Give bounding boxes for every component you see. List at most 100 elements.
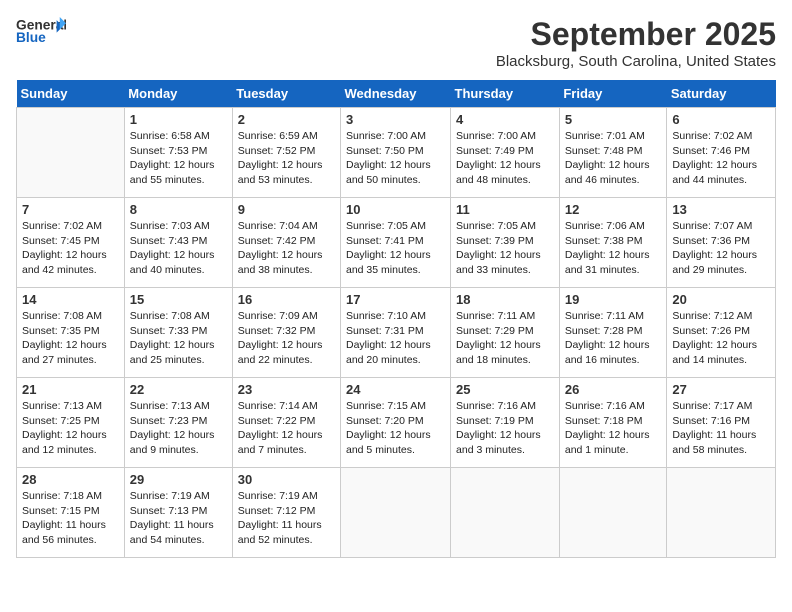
day-number: 3 bbox=[346, 112, 445, 127]
calendar-cell bbox=[559, 468, 667, 558]
day-info: Sunrise: 7:17 AM Sunset: 7:16 PM Dayligh… bbox=[672, 399, 770, 458]
day-info: Sunrise: 7:00 AM Sunset: 7:49 PM Dayligh… bbox=[456, 129, 554, 188]
day-info: Sunrise: 7:04 AM Sunset: 7:42 PM Dayligh… bbox=[238, 219, 335, 278]
day-number: 1 bbox=[130, 112, 227, 127]
day-number: 14 bbox=[22, 292, 119, 307]
day-info: Sunrise: 7:03 AM Sunset: 7:43 PM Dayligh… bbox=[130, 219, 227, 278]
weekday-friday: Friday bbox=[559, 80, 667, 108]
week-row-3: 14 Sunrise: 7:08 AM Sunset: 7:35 PM Dayli… bbox=[17, 288, 776, 378]
day-info: Sunrise: 7:12 AM Sunset: 7:26 PM Dayligh… bbox=[672, 309, 770, 368]
week-row-4: 21Sunrise: 7:13 AM Sunset: 7:25 PM Dayli… bbox=[17, 378, 776, 468]
calendar-cell bbox=[17, 108, 125, 198]
calendar-cell: 26 Sunrise: 7:16 AM Sunset: 7:18 PM Dayli… bbox=[559, 378, 667, 468]
day-info: Sunrise: 7:19 AM Sunset: 7:12 PM Dayligh… bbox=[238, 489, 335, 548]
calendar-cell: 28Sunrise: 7:18 AM Sunset: 7:15 PM Dayli… bbox=[17, 468, 125, 558]
title-section: September 2025 Blacksburg, South Carolin… bbox=[496, 16, 776, 70]
day-number: 11 bbox=[456, 202, 554, 217]
day-info: Sunrise: 7:07 AM Sunset: 7:36 PM Dayligh… bbox=[672, 219, 770, 278]
calendar-cell: 27 Sunrise: 7:17 AM Sunset: 7:16 PM Dayli… bbox=[667, 378, 776, 468]
calendar-cell: 11 Sunrise: 7:05 AM Sunset: 7:39 PM Dayli… bbox=[451, 198, 560, 288]
month-title: September 2025 bbox=[496, 16, 776, 53]
calendar-cell: 8 Sunrise: 7:03 AM Sunset: 7:43 PM Daylig… bbox=[124, 198, 232, 288]
weekday-header: SundayMondayTuesdayWednesdayThursdayFrid… bbox=[17, 80, 776, 108]
day-info: Sunrise: 7:13 AM Sunset: 7:25 PM Dayligh… bbox=[22, 399, 119, 458]
day-info: Sunrise: 7:02 AM Sunset: 7:46 PM Dayligh… bbox=[672, 129, 770, 188]
location: Blacksburg, South Carolina, United State… bbox=[496, 53, 776, 70]
day-info: Sunrise: 7:05 AM Sunset: 7:39 PM Dayligh… bbox=[456, 219, 554, 278]
day-info: Sunrise: 6:59 AM Sunset: 7:52 PM Dayligh… bbox=[238, 129, 335, 188]
day-number: 7 bbox=[22, 202, 119, 217]
day-info: Sunrise: 7:10 AM Sunset: 7:31 PM Dayligh… bbox=[346, 309, 445, 368]
calendar-cell: 10 Sunrise: 7:05 AM Sunset: 7:41 PM Dayli… bbox=[341, 198, 451, 288]
day-info: Sunrise: 7:16 AM Sunset: 7:18 PM Dayligh… bbox=[565, 399, 662, 458]
day-info: Sunrise: 7:15 AM Sunset: 7:20 PM Dayligh… bbox=[346, 399, 445, 458]
weekday-wednesday: Wednesday bbox=[341, 80, 451, 108]
day-number: 8 bbox=[130, 202, 227, 217]
day-number: 2 bbox=[238, 112, 335, 127]
page-header: General Blue September 2025 Blacksburg, … bbox=[16, 16, 776, 70]
calendar-cell: 1Sunrise: 6:58 AM Sunset: 7:53 PM Daylig… bbox=[124, 108, 232, 198]
day-number: 15 bbox=[130, 292, 227, 307]
day-info: Sunrise: 7:11 AM Sunset: 7:28 PM Dayligh… bbox=[565, 309, 662, 368]
calendar-cell: 17 Sunrise: 7:10 AM Sunset: 7:31 PM Dayli… bbox=[341, 288, 451, 378]
day-info: Sunrise: 7:01 AM Sunset: 7:48 PM Dayligh… bbox=[565, 129, 662, 188]
day-number: 9 bbox=[238, 202, 335, 217]
calendar-cell: 29 Sunrise: 7:19 AM Sunset: 7:13 PM Dayli… bbox=[124, 468, 232, 558]
day-number: 17 bbox=[346, 292, 445, 307]
day-number: 6 bbox=[672, 112, 770, 127]
calendar-cell: 16Sunrise: 7:09 AM Sunset: 7:32 PM Dayli… bbox=[232, 288, 340, 378]
svg-text:Blue: Blue bbox=[16, 30, 46, 45]
day-number: 27 bbox=[672, 382, 770, 397]
day-info: Sunrise: 7:18 AM Sunset: 7:15 PM Dayligh… bbox=[22, 489, 119, 548]
calendar-body: 1Sunrise: 6:58 AM Sunset: 7:53 PM Daylig… bbox=[17, 108, 776, 558]
calendar-cell bbox=[451, 468, 560, 558]
calendar-cell: 13 Sunrise: 7:07 AM Sunset: 7:36 PM Dayli… bbox=[667, 198, 776, 288]
day-info: Sunrise: 7:00 AM Sunset: 7:50 PM Dayligh… bbox=[346, 129, 445, 188]
day-number: 10 bbox=[346, 202, 445, 217]
calendar-cell: 6 Sunrise: 7:02 AM Sunset: 7:46 PM Daylig… bbox=[667, 108, 776, 198]
calendar-cell: 23Sunrise: 7:14 AM Sunset: 7:22 PM Dayli… bbox=[232, 378, 340, 468]
calendar-cell bbox=[667, 468, 776, 558]
day-number: 19 bbox=[565, 292, 662, 307]
calendar-cell: 24 Sunrise: 7:15 AM Sunset: 7:20 PM Dayli… bbox=[341, 378, 451, 468]
calendar-cell: 21Sunrise: 7:13 AM Sunset: 7:25 PM Dayli… bbox=[17, 378, 125, 468]
day-info: Sunrise: 7:13 AM Sunset: 7:23 PM Dayligh… bbox=[130, 399, 227, 458]
day-info: Sunrise: 7:11 AM Sunset: 7:29 PM Dayligh… bbox=[456, 309, 554, 368]
logo-icon: General Blue bbox=[16, 16, 66, 46]
calendar-cell: 7 Sunrise: 7:02 AM Sunset: 7:45 PM Daylig… bbox=[17, 198, 125, 288]
day-number: 26 bbox=[565, 382, 662, 397]
calendar-cell: 22Sunrise: 7:13 AM Sunset: 7:23 PM Dayli… bbox=[124, 378, 232, 468]
calendar-cell: 30 Sunrise: 7:19 AM Sunset: 7:12 PM Dayli… bbox=[232, 468, 340, 558]
day-info: Sunrise: 7:02 AM Sunset: 7:45 PM Dayligh… bbox=[22, 219, 119, 278]
calendar-cell: 3 Sunrise: 7:00 AM Sunset: 7:50 PM Daylig… bbox=[341, 108, 451, 198]
calendar-cell: 5 Sunrise: 7:01 AM Sunset: 7:48 PM Daylig… bbox=[559, 108, 667, 198]
calendar-cell: 18 Sunrise: 7:11 AM Sunset: 7:29 PM Dayli… bbox=[451, 288, 560, 378]
day-number: 13 bbox=[672, 202, 770, 217]
calendar-cell: 19 Sunrise: 7:11 AM Sunset: 7:28 PM Dayli… bbox=[559, 288, 667, 378]
day-info: Sunrise: 7:06 AM Sunset: 7:38 PM Dayligh… bbox=[565, 219, 662, 278]
day-number: 12 bbox=[565, 202, 662, 217]
weekday-thursday: Thursday bbox=[451, 80, 560, 108]
day-number: 29 bbox=[130, 472, 227, 487]
day-number: 16 bbox=[238, 292, 335, 307]
day-number: 30 bbox=[238, 472, 335, 487]
week-row-1: 1Sunrise: 6:58 AM Sunset: 7:53 PM Daylig… bbox=[17, 108, 776, 198]
day-number: 24 bbox=[346, 382, 445, 397]
day-info: Sunrise: 7:14 AM Sunset: 7:22 PM Dayligh… bbox=[238, 399, 335, 458]
day-info: Sunrise: 7:19 AM Sunset: 7:13 PM Dayligh… bbox=[130, 489, 227, 548]
logo: General Blue bbox=[16, 16, 66, 46]
day-info: Sunrise: 7:08 AM Sunset: 7:33 PM Dayligh… bbox=[130, 309, 227, 368]
calendar-cell: 12 Sunrise: 7:06 AM Sunset: 7:38 PM Dayli… bbox=[559, 198, 667, 288]
day-info: Sunrise: 7:05 AM Sunset: 7:41 PM Dayligh… bbox=[346, 219, 445, 278]
calendar-cell: 4Sunrise: 7:00 AM Sunset: 7:49 PM Daylig… bbox=[451, 108, 560, 198]
calendar-cell: 14 Sunrise: 7:08 AM Sunset: 7:35 PM Dayli… bbox=[17, 288, 125, 378]
day-info: Sunrise: 7:16 AM Sunset: 7:19 PM Dayligh… bbox=[456, 399, 554, 458]
calendar-cell: 2 Sunrise: 6:59 AM Sunset: 7:52 PM Daylig… bbox=[232, 108, 340, 198]
day-number: 5 bbox=[565, 112, 662, 127]
day-info: Sunrise: 7:08 AM Sunset: 7:35 PM Dayligh… bbox=[22, 309, 119, 368]
day-number: 18 bbox=[456, 292, 554, 307]
weekday-monday: Monday bbox=[124, 80, 232, 108]
weekday-sunday: Sunday bbox=[17, 80, 125, 108]
weekday-saturday: Saturday bbox=[667, 80, 776, 108]
calendar-table: SundayMondayTuesdayWednesdayThursdayFrid… bbox=[16, 80, 776, 558]
